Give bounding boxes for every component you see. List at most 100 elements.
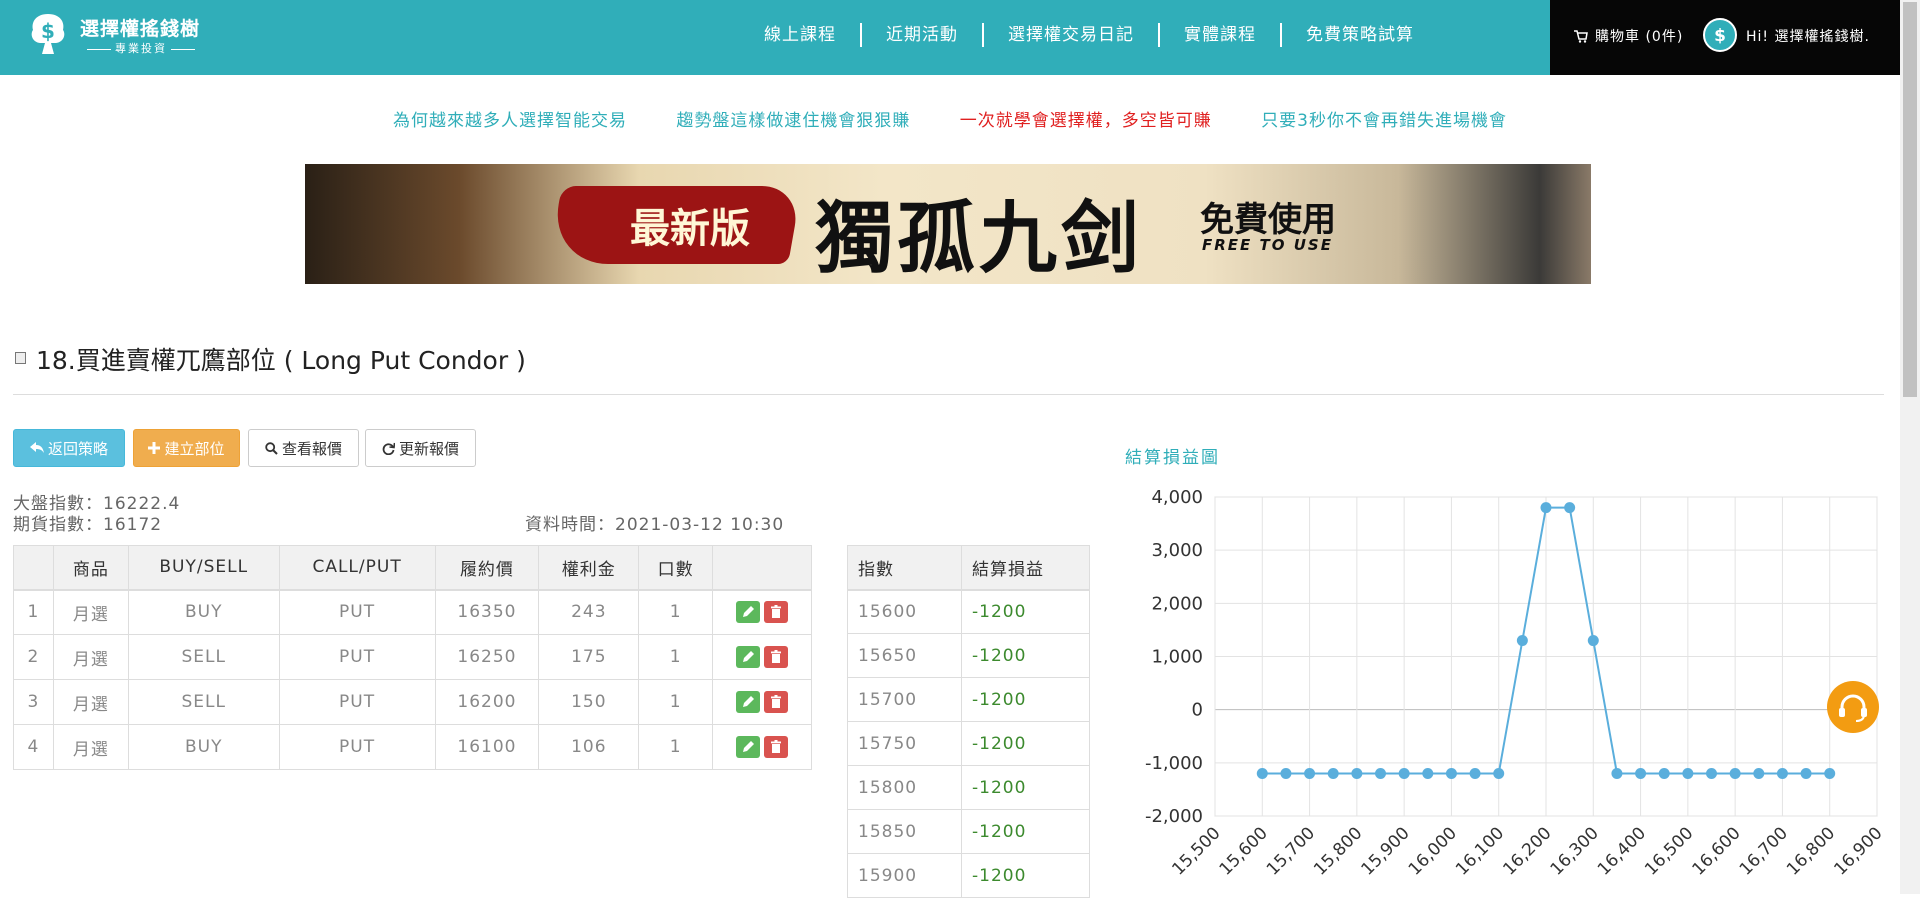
product-cell: 月選 — [52, 589, 129, 635]
product-cell: 月選 — [52, 634, 129, 680]
cart-link[interactable]: 購物車 (0件) — [1574, 26, 1683, 46]
build-position-button[interactable]: 建立部位 — [133, 429, 240, 467]
pencil-icon — [743, 696, 755, 707]
back-to-strategy-button[interactable]: 返回策略 — [13, 429, 125, 467]
x-tick-label: 15,800 — [1310, 823, 1366, 879]
pnl-data-point — [1587, 635, 1599, 647]
delete-button[interactable] — [764, 736, 789, 758]
premium-cell: 243 — [538, 589, 640, 635]
delete-button[interactable] — [764, 691, 789, 713]
promo-link-learn-options[interactable]: 一次就學會選擇權，多空皆可賺 — [960, 106, 1212, 131]
edit-button[interactable] — [736, 601, 761, 624]
y-tick-label: -1,000 — [1145, 753, 1203, 774]
row-actions — [712, 724, 812, 770]
headset-icon — [1839, 694, 1867, 722]
user-greeting[interactable]: Hi! 選擇權搖錢樹. — [1746, 26, 1870, 46]
pnl-data-point — [1800, 767, 1812, 779]
pnl-data-point — [1776, 767, 1788, 779]
delete-button[interactable] — [764, 601, 789, 624]
data-timestamp: 資料時間：2021-03-12 10:30 — [525, 515, 785, 535]
row-number: 4 — [13, 724, 54, 770]
pnl-data-point — [1398, 767, 1410, 779]
x-tick-label: 16,400 — [1594, 823, 1650, 879]
pnl-cell: -1200 — [961, 677, 1090, 722]
table-row: 15800 -1200 — [847, 765, 1090, 810]
index-cell: 15850 — [847, 809, 962, 854]
promo-links: 為何越來越多人選擇智能交易 趨勢盤這樣做逮住機會狠狠賺 一次就學會選擇權，多空皆… — [0, 106, 1900, 131]
page-title-section: 18.買進賣權兀鷹部位 ( Long Put Condor ) — [13, 340, 1884, 395]
pnl-data-point — [1422, 767, 1434, 779]
pnl-data-point — [1469, 767, 1481, 779]
nav-online-courses[interactable]: 線上課程 — [740, 23, 860, 47]
x-tick-label: 15,900 — [1357, 823, 1413, 879]
pnl-data-point — [1564, 502, 1576, 514]
banner-free-en-label: FREE TO USE — [1202, 236, 1333, 254]
edit-button[interactable] — [736, 646, 761, 668]
trash-icon — [771, 650, 782, 663]
x-tick-label: 16,800 — [1783, 823, 1839, 879]
edit-button[interactable] — [736, 736, 761, 758]
scrollbar-thumb[interactable] — [1903, 2, 1917, 397]
pnl-data-point — [1445, 767, 1457, 779]
money-tree-logo-icon: $ — [31, 14, 65, 54]
nav-physical-courses[interactable]: 實體課程 — [1158, 23, 1280, 47]
main-nav: 線上課程 近期活動 選擇權交易日記 實體課程 免費策略試算 — [740, 22, 1438, 48]
positions-table: 商品 BUY/SELL CALL/PUT 履約價 權利金 口數 1 月選 BUY PU… — [13, 545, 812, 770]
pnl-data-point — [1304, 767, 1316, 779]
x-tick-label: 16,300 — [1547, 823, 1603, 879]
qty-cell: 1 — [638, 679, 714, 725]
premium-cell: 150 — [538, 679, 640, 725]
pnl-header-row: 指數 結算損益 — [847, 545, 1090, 591]
qty-cell: 1 — [638, 589, 714, 635]
build-button-label: 建立部位 — [164, 439, 225, 458]
edit-button[interactable] — [736, 691, 761, 713]
call-put-cell: PUT — [278, 724, 436, 770]
buy-sell-cell: BUY — [127, 589, 280, 635]
nav-recent-events[interactable]: 近期活動 — [860, 23, 982, 47]
pnl-data-point — [1611, 767, 1623, 779]
top-header: $ 選擇權搖錢樹 專業投資 線上課程 近期活動 選擇權交易日記 實體課程 免費策… — [0, 0, 1900, 75]
logo-subtitle: 專業投資 — [83, 40, 199, 56]
cart-icon — [1574, 29, 1588, 43]
pnl-data-point — [1824, 767, 1836, 779]
page-scrollbar[interactable] — [1900, 0, 1920, 894]
search-icon — [265, 441, 278, 455]
refresh-quote-button[interactable]: 更新報價 — [365, 429, 476, 467]
nav-free-strategy-calc[interactable]: 免費策略試算 — [1280, 23, 1438, 47]
x-tick-label: 16,600 — [1688, 823, 1744, 879]
table-row: 3 月選 SELL PUT 16200 150 1 — [13, 679, 812, 725]
col-header-qty: 口數 — [638, 545, 714, 591]
delete-button[interactable] — [764, 646, 789, 668]
index-cell: 15650 — [847, 633, 962, 678]
promo-banner[interactable]: 最新版 獨孤九剑 免費使用 FREE TO USE — [305, 164, 1591, 284]
promo-link-trend-market[interactable]: 趨勢盤這樣做逮住機會狠狠賺 — [676, 106, 910, 131]
table-row: 4 月選 BUY PUT 16100 106 1 — [13, 724, 812, 770]
table-row: 15600 -1200 — [847, 589, 1090, 634]
pnl-data-point — [1327, 767, 1339, 779]
row-number: 2 — [13, 634, 54, 680]
index-cell: 15600 — [847, 589, 962, 634]
col-header-no — [13, 545, 54, 591]
col-header-product: 商品 — [52, 545, 129, 591]
pnl-data-point — [1280, 767, 1292, 779]
promo-link-smart-trading[interactable]: 為何越來越多人選擇智能交易 — [393, 106, 627, 131]
site-logo[interactable]: $ 選擇權搖錢樹 專業投資 — [28, 12, 218, 62]
x-tick-label: 15,500 — [1168, 823, 1224, 879]
pnl-data-point — [1540, 502, 1552, 514]
back-button-label: 返回策略 — [47, 439, 108, 458]
strike-cell: 16350 — [434, 589, 540, 635]
nav-trading-diary[interactable]: 選擇權交易日記 — [982, 23, 1158, 47]
index-cell: 15800 — [847, 765, 962, 810]
table-row: 15650 -1200 — [847, 633, 1090, 678]
customer-support-button[interactable] — [1827, 681, 1879, 733]
view-quote-button[interactable]: 查看報價 — [248, 429, 359, 467]
refresh-quote-label: 更新報價 — [398, 439, 459, 458]
strike-cell: 16250 — [434, 634, 540, 680]
product-cell: 月選 — [52, 724, 129, 770]
pnl-cell: -1200 — [961, 633, 1090, 678]
cart-label: 購物車 (0件) — [1595, 29, 1684, 45]
table-row: 15700 -1200 — [847, 677, 1090, 722]
promo-link-entry-timing[interactable]: 只要3秒你不會再錯失進場機會 — [1261, 106, 1507, 131]
user-avatar[interactable]: $ — [1703, 18, 1737, 52]
y-tick-label: 3,000 — [1151, 540, 1203, 561]
